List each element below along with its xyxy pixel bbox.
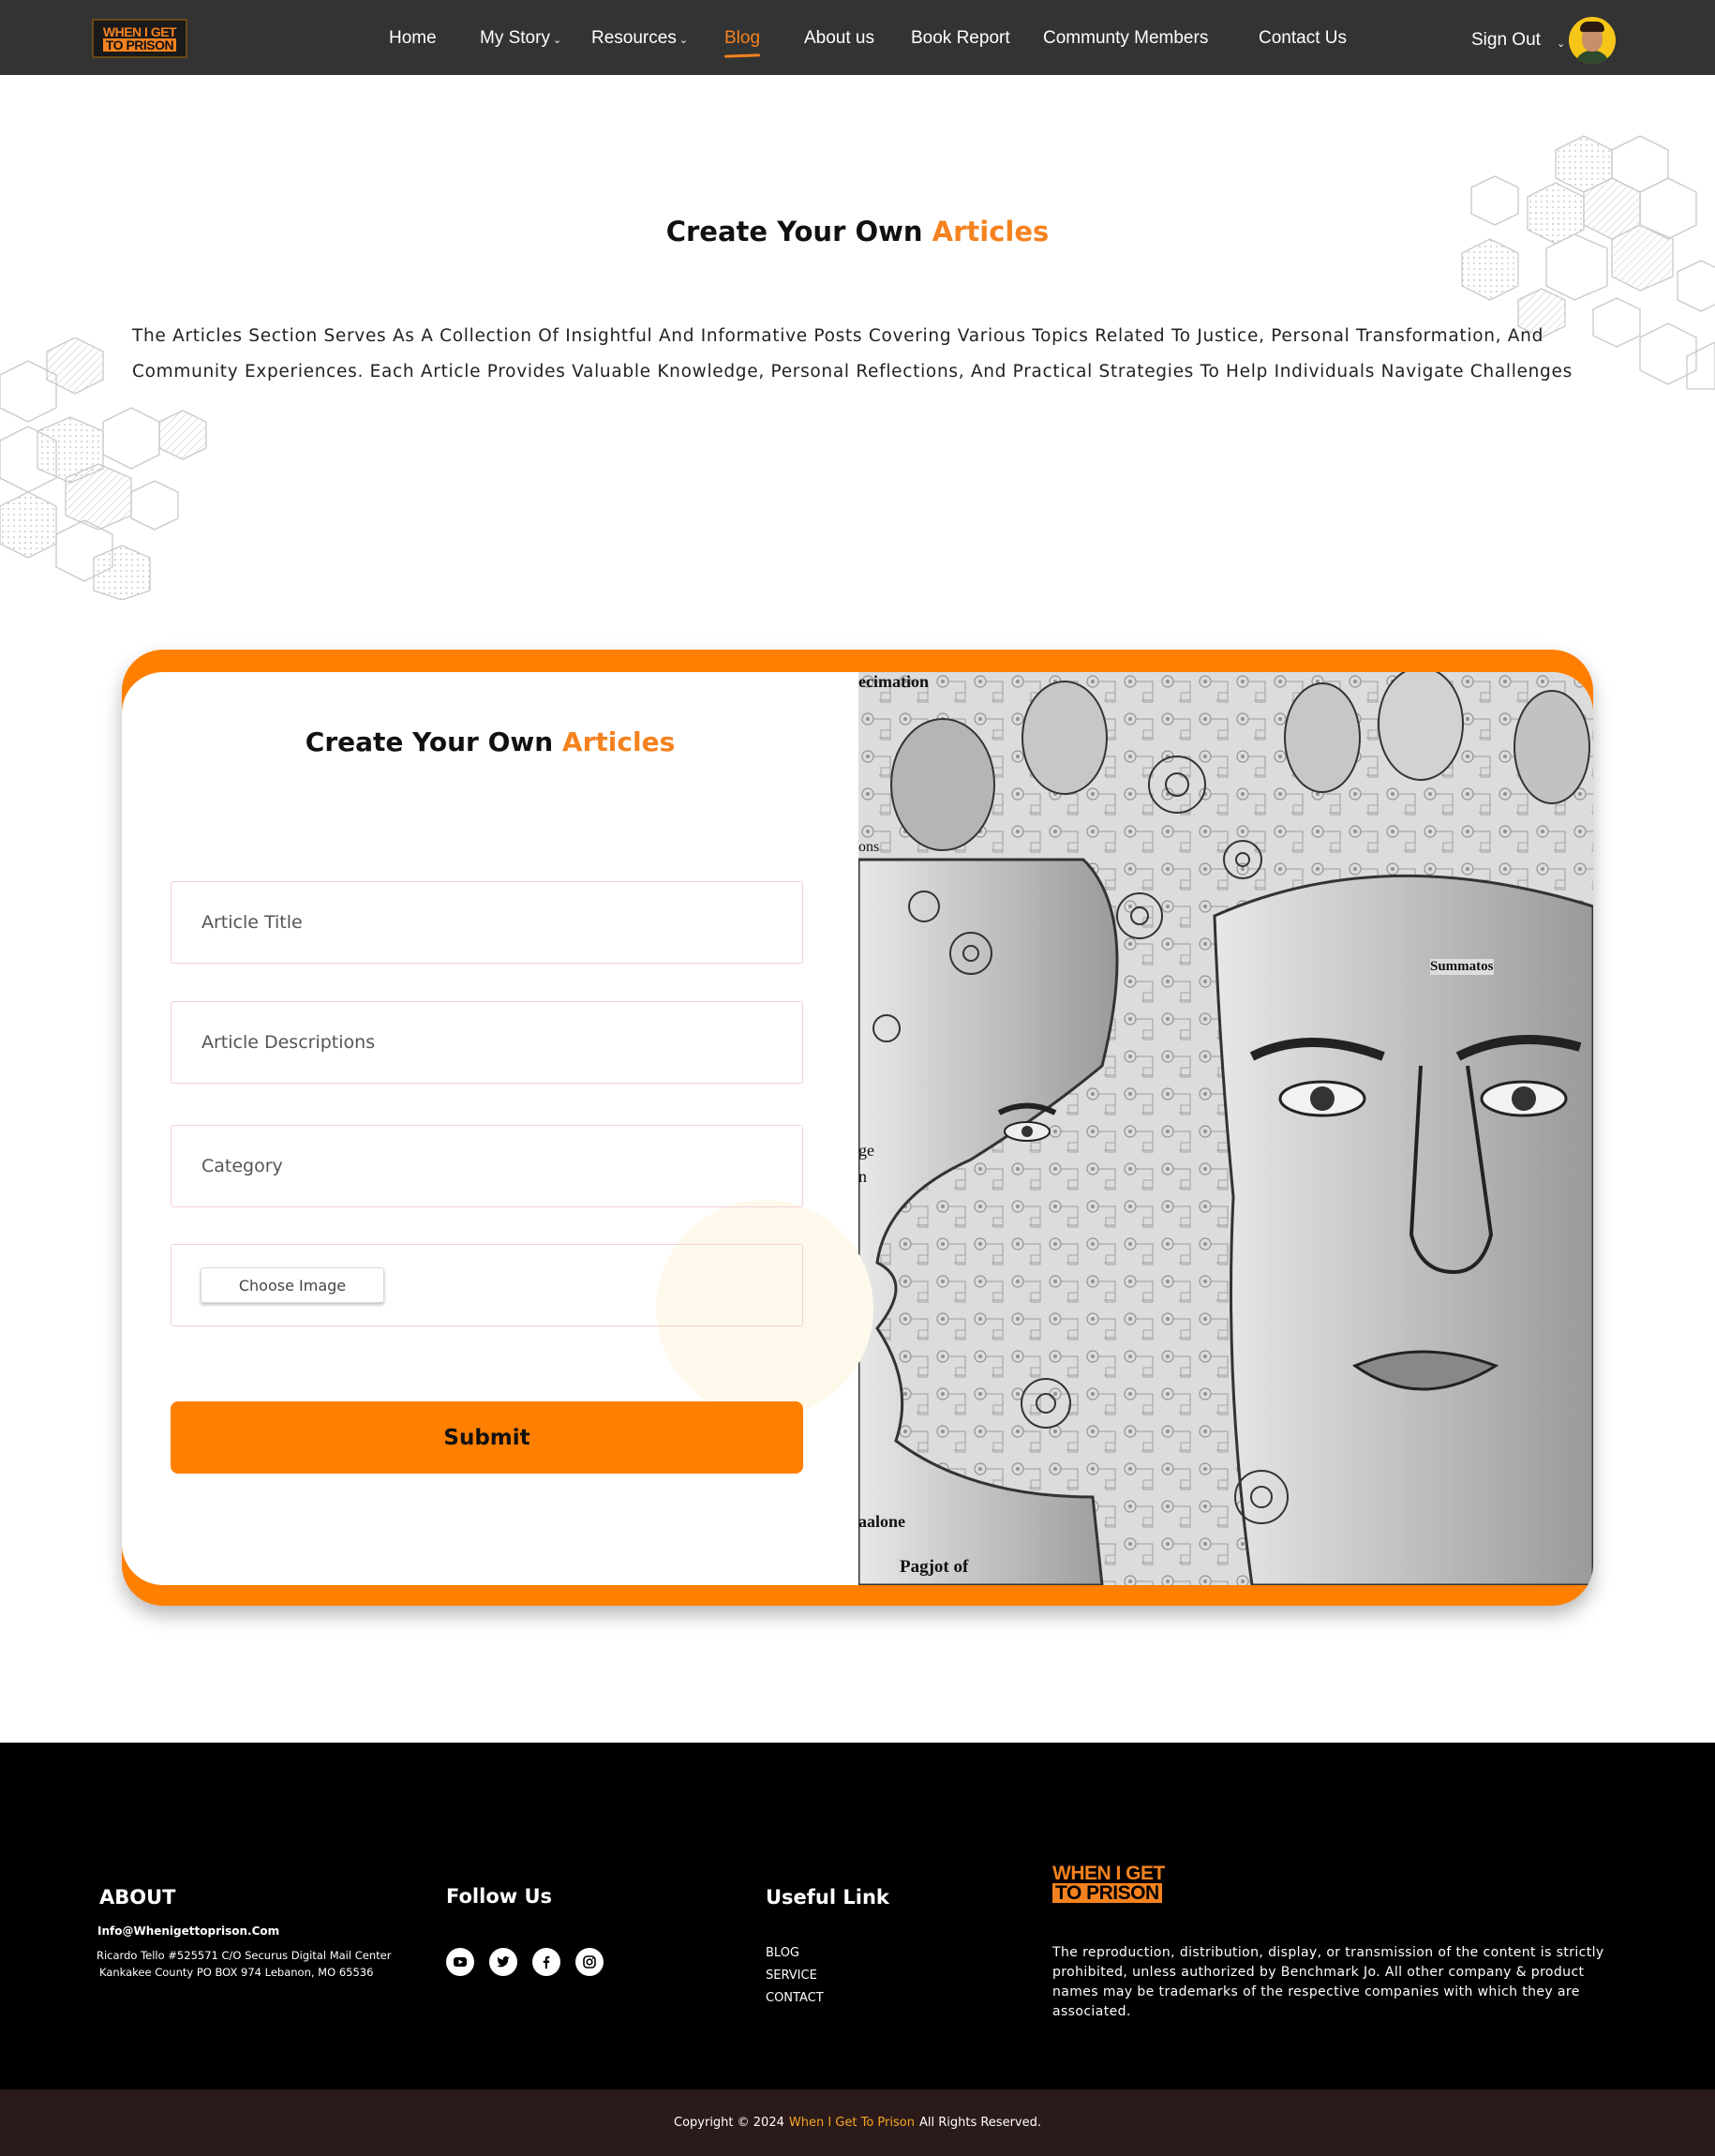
nav-my-story-label: My Story <box>480 28 550 48</box>
copyright-bar: Copyright © 2024 When I Get To Prison Al… <box>0 2089 1715 2156</box>
image-text: aalone <box>858 1512 906 1531</box>
image-text: Pagjot of <box>900 1557 969 1577</box>
illustration-image: ecimation ons ge n Summatos aalone Pagjo… <box>858 672 1593 1585</box>
copyright-brand-link[interactable]: When I Get To Prison <box>789 2116 915 2130</box>
facebook-icon[interactable] <box>532 1948 560 1976</box>
footer <box>0 1743 1715 2089</box>
submit-button[interactable]: Submit <box>171 1401 803 1474</box>
image-text: ge <box>858 1141 874 1160</box>
footer-legal-text: The reproduction, distribution, display,… <box>1052 1945 1604 2019</box>
logo-line-2: TO PRISON <box>102 38 177 52</box>
logo-line-1: WHEN I GET <box>102 24 177 39</box>
image-text: n <box>858 1167 867 1186</box>
nav-resources-label: Resources <box>591 28 677 48</box>
youtube-icon[interactable] <box>446 1948 474 1976</box>
footer-logo[interactable]: WHEN I GET TO PRISON <box>1052 1864 1165 1903</box>
nav-blog[interactable]: Blog <box>724 28 760 49</box>
footer-links-heading: Useful Link <box>766 1886 889 1909</box>
nav-book-report[interactable]: Book Report <box>911 28 1010 49</box>
instagram-icon[interactable] <box>575 1948 604 1976</box>
copyright-prefix: Copyright © 2024 <box>674 2116 784 2130</box>
top-navbar: WHEN I GET TO PRISON Home My Story ⌄ Reso… <box>0 0 1715 75</box>
sign-out-link[interactable]: Sign Out <box>1471 30 1541 51</box>
chevron-down-icon: ⌄ <box>552 35 562 46</box>
image-text: ecimation <box>858 672 929 691</box>
image-text: ons <box>858 839 880 855</box>
user-avatar[interactable] <box>1569 17 1616 64</box>
footer-logo-line-2: TO PRISON <box>1052 1883 1162 1903</box>
footer-address-line-1: Ricardo Tello #525571 C/O Securus Digita… <box>97 1949 392 1962</box>
nav-home[interactable]: Home <box>389 28 437 49</box>
footer-logo-line-1: WHEN I GET <box>1052 1863 1165 1884</box>
image-text: Summatos <box>1430 959 1494 975</box>
page-title-prefix: Create Your Own <box>665 216 923 247</box>
footer-link-service[interactable]: SERVICE <box>766 1969 817 1983</box>
nav-community-members[interactable]: Communty Members <box>1043 28 1208 49</box>
chevron-down-icon: ⌄ <box>679 35 689 46</box>
nav-contact-us[interactable]: Contact Us <box>1259 28 1347 49</box>
page-title-accent: Articles <box>932 216 1050 247</box>
nav-resources[interactable]: Resources ⌄ <box>591 28 688 49</box>
nav-about-us[interactable]: About us <box>804 28 874 49</box>
nav-my-story[interactable]: My Story ⌄ <box>480 28 561 49</box>
page-title: Create Your Own Articles <box>0 216 1715 247</box>
page-description: The Articles Section Serves As A Collect… <box>132 326 1573 382</box>
chevron-down-icon[interactable]: ⌄ <box>1557 37 1565 50</box>
category-input[interactable]: Category <box>171 1125 803 1207</box>
footer-about-heading: ABOUT <box>99 1886 176 1909</box>
article-description-input[interactable]: Article Descriptions <box>171 1001 803 1084</box>
site-logo[interactable]: WHEN I GET TO PRISON <box>92 19 187 58</box>
copyright-suffix: All Rights Reserved. <box>918 2116 1041 2130</box>
footer-email-link[interactable]: Info@Whenigettoprison.Com <box>97 1924 279 1938</box>
article-title-input[interactable]: Article Title <box>171 881 803 964</box>
form-title: Create Your Own Articles <box>122 726 858 757</box>
footer-link-blog[interactable]: BLOG <box>766 1946 799 1960</box>
form-title-accent: Articles <box>561 726 676 757</box>
footer-follow-heading: Follow Us <box>446 1885 553 1908</box>
twitter-icon[interactable] <box>489 1948 517 1976</box>
form-title-prefix: Create Your Own <box>305 726 554 757</box>
footer-link-contact[interactable]: CONTACT <box>766 1991 824 2005</box>
choose-image-button[interactable]: Choose Image <box>201 1267 384 1303</box>
footer-address-line-2: Kankakee County PO BOX 974 Lebanon, MO 6… <box>99 1966 374 1979</box>
